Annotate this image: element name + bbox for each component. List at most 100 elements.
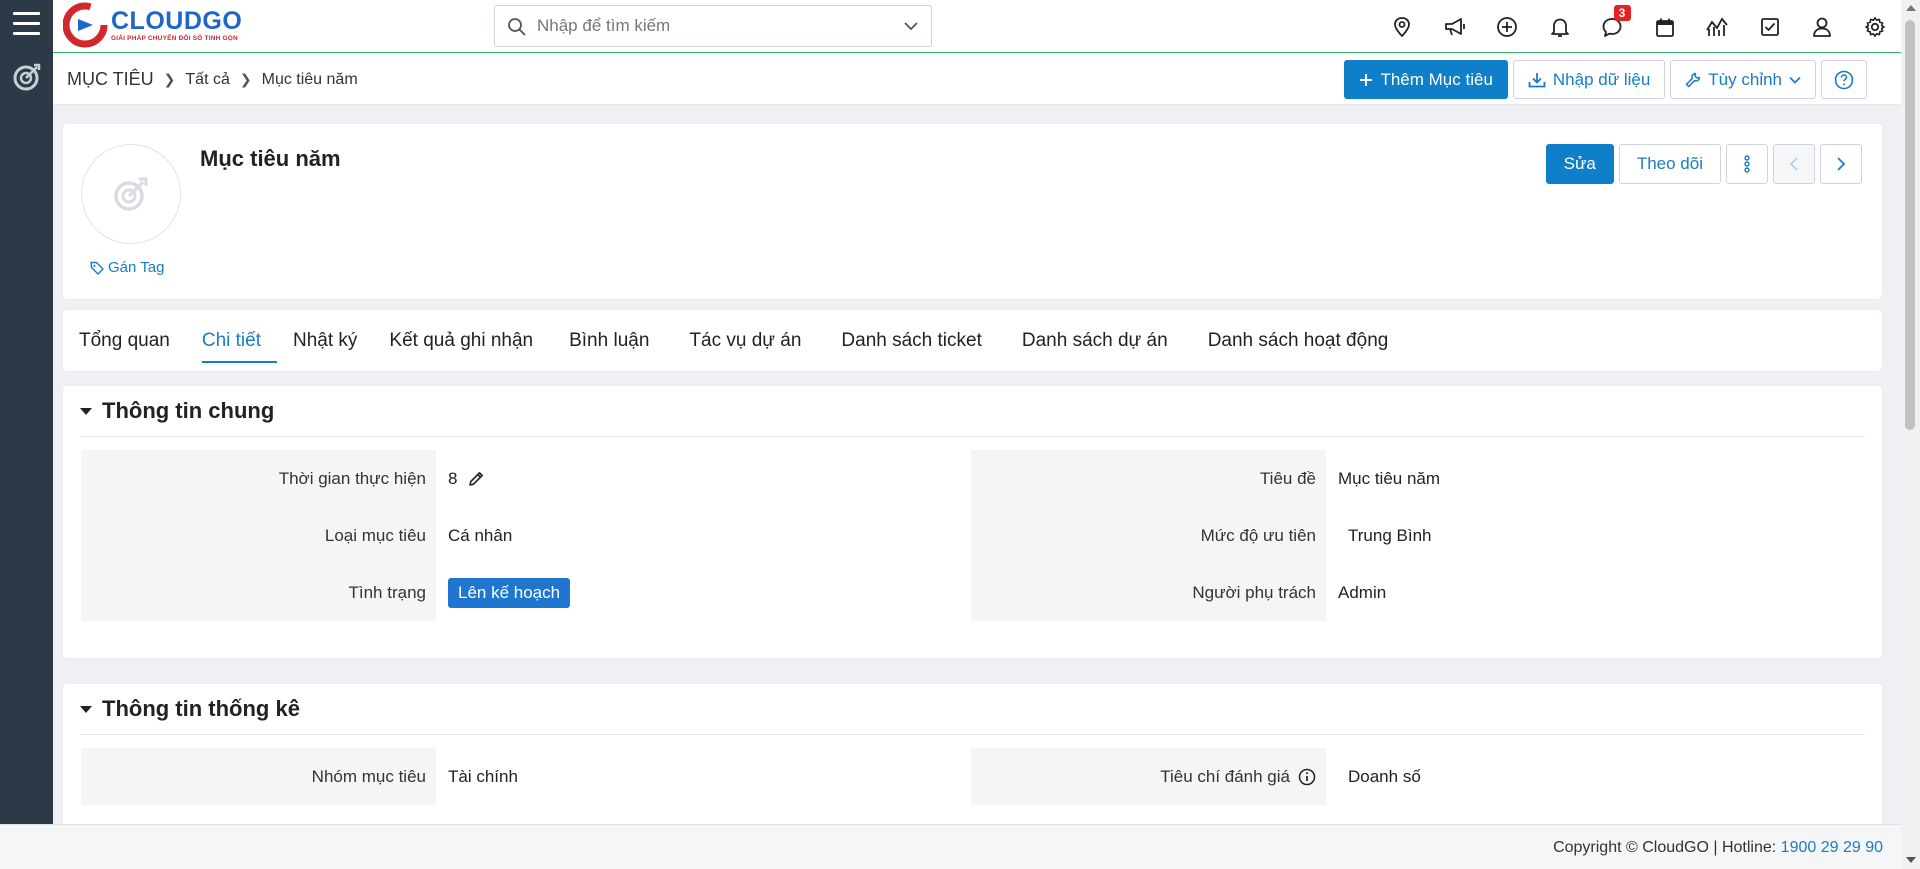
- scroll-down-icon[interactable]: [1906, 857, 1916, 863]
- field-value: Tài chính: [448, 766, 518, 786]
- pencil-icon[interactable]: [467, 470, 485, 488]
- hotline-link[interactable]: 1900 29 29 90: [1781, 839, 1883, 856]
- stats-left-column: Nhóm mục tiêu Tài chính: [81, 748, 971, 805]
- left-rail: [0, 0, 53, 824]
- cloudgo-logo-icon: [63, 2, 108, 48]
- footer-divider: |: [1708, 839, 1722, 856]
- tab-item[interactable]: Bình luận: [549, 310, 669, 371]
- field-value: Mục tiêu năm: [1338, 468, 1441, 488]
- section-divider: [80, 734, 1865, 735]
- field-label: Mức độ ưu tiên: [971, 507, 1326, 564]
- add-goal-button[interactable]: Thêm Mục tiêu: [1344, 60, 1508, 99]
- user-icon[interactable]: [1796, 0, 1849, 53]
- tab-item[interactable]: Tổng quan: [63, 310, 186, 371]
- previous-record-button[interactable]: [1773, 144, 1815, 184]
- chat-badge: 3: [1613, 5, 1631, 21]
- add-goal-label: Thêm Mục tiêu: [1380, 69, 1493, 89]
- chevron-down-icon[interactable]: [903, 20, 919, 32]
- help-icon: [1834, 70, 1854, 89]
- tab-item[interactable]: Danh sách ticket: [821, 310, 1001, 371]
- copyright: Copyright © CloudGO: [1553, 839, 1709, 856]
- help-button[interactable]: [1821, 60, 1867, 99]
- assign-tag-label: Gán Tag: [108, 259, 165, 276]
- field-value: Cá nhân: [448, 525, 513, 545]
- footer-text: Copyright © CloudGO | Hotline: 1900 29 2…: [1553, 839, 1883, 857]
- section-general-info: Thông tin chung Thời gian thực hiện 8 Lo…: [63, 386, 1882, 658]
- field-value: Admin: [1338, 582, 1387, 602]
- megaphone-icon[interactable]: [1429, 0, 1482, 53]
- tab-item[interactable]: Danh sách hoạt động: [1188, 310, 1409, 371]
- top-icon-bar: 3: [1376, 0, 1901, 53]
- follow-button[interactable]: Theo dõi: [1618, 144, 1721, 184]
- page-actions: Thêm Mục tiêu Nhập dữ liệu Tùy chỉnh: [1344, 60, 1867, 99]
- record-actions: Sửa Theo dõi: [1545, 144, 1862, 184]
- field-row: Loại mục tiêu Cá nhân: [81, 507, 971, 564]
- field-row: Mức độ ưu tiên Trung Bình: [971, 507, 1861, 564]
- chart-icon[interactable]: [1691, 0, 1744, 53]
- breadcrumb-level2: Mục tiêu năm: [261, 70, 358, 88]
- tab-item[interactable]: Kết quả ghi nhận: [373, 310, 549, 371]
- tab-item[interactable]: Nhật ký: [277, 310, 373, 371]
- customize-label: Tùy chỉnh: [1708, 69, 1782, 89]
- import-data-button[interactable]: Nhập dữ liệu: [1512, 60, 1666, 99]
- field-value: Doanh số: [1348, 766, 1421, 786]
- import-data-label: Nhập dữ liệu: [1552, 69, 1651, 89]
- more-options-button[interactable]: [1726, 144, 1768, 184]
- caret-down-icon: [80, 407, 92, 415]
- field-label: Người phụ trách: [971, 564, 1326, 621]
- status-badge[interactable]: Lên kế hoạch: [448, 577, 571, 608]
- section-toggle[interactable]: Thông tin chung: [80, 398, 274, 424]
- global-search[interactable]: [494, 5, 932, 47]
- scroll-up-icon[interactable]: [1906, 5, 1916, 11]
- page-scrollbar[interactable]: [1901, 0, 1920, 869]
- search-input[interactable]: [495, 6, 931, 46]
- more-vertical-icon: [1744, 155, 1750, 173]
- calendar-icon[interactable]: [1639, 0, 1692, 53]
- breadcrumb-level1[interactable]: Tất cả: [185, 71, 229, 89]
- field-row: Tình trạng Lên kế hoạch: [81, 564, 971, 621]
- bell-icon[interactable]: [1534, 0, 1587, 53]
- tag-icon: [90, 261, 104, 275]
- field-value: 8: [448, 468, 458, 488]
- field-row: Nhóm mục tiêu Tài chính: [81, 748, 971, 805]
- tab-item[interactable]: Tác vụ dự án: [669, 310, 821, 371]
- gear-icon[interactable]: [1849, 0, 1902, 53]
- next-record-button[interactable]: [1820, 144, 1862, 184]
- section-title: Thông tin thống kê: [102, 696, 300, 721]
- menu-icon[interactable]: [13, 12, 40, 36]
- tab-item[interactable]: Chi tiết: [186, 310, 278, 371]
- top-bar: CLOUDGO GIẢI PHÁP CHUYỂN ĐỔI SỐ TINH GỌN…: [53, 0, 1901, 53]
- field-label: Nhóm mục tiêu: [81, 748, 436, 805]
- duration-value[interactable]: 8: [436, 450, 971, 507]
- assign-tag-link[interactable]: Gán Tag: [90, 259, 164, 276]
- download-icon: [1528, 72, 1546, 87]
- chat-icon[interactable]: 3: [1586, 0, 1639, 53]
- breadcrumb-root[interactable]: MỤC TIÊU: [67, 69, 154, 90]
- wrench-icon: [1686, 72, 1701, 87]
- info-icon[interactable]: [1298, 768, 1316, 786]
- field-label: Tiêu đề: [971, 450, 1326, 507]
- tab-item[interactable]: Danh sách dự án: [1002, 310, 1188, 371]
- customize-button[interactable]: Tùy chỉnh: [1670, 60, 1816, 99]
- field-value: Trung Bình: [1348, 525, 1432, 545]
- scrollbar-thumb[interactable]: [1905, 20, 1915, 430]
- brand-name: CLOUDGO: [111, 6, 243, 35]
- footer: Copyright © CloudGO | Hotline: 1900 29 2…: [0, 824, 1901, 869]
- plus-icon: [1360, 73, 1373, 86]
- edit-button[interactable]: Sửa: [1545, 144, 1614, 184]
- field-label: Thời gian thực hiện: [81, 450, 436, 507]
- goal-target-icon[interactable]: [12, 62, 42, 92]
- chevron-down-icon: [1789, 76, 1801, 84]
- record-avatar[interactable]: [81, 144, 181, 244]
- search-icon: [508, 18, 526, 36]
- field-label: Tình trạng: [81, 564, 436, 621]
- section-divider: [80, 436, 1865, 437]
- map-pin-icon[interactable]: [1376, 0, 1429, 53]
- logo[interactable]: CLOUDGO GIẢI PHÁP CHUYỂN ĐỔI SỐ TINH GỌN: [63, 2, 242, 48]
- breadcrumb-bar: MỤC TIÊU ❯ Tất cả ❯ Mục tiêu năm Thêm Mụ…: [53, 54, 1901, 105]
- field-row: Tiêu đề Mục tiêu năm: [971, 450, 1861, 507]
- checkbox-icon[interactable]: [1744, 0, 1797, 53]
- section-toggle[interactable]: Thông tin thống kê: [80, 696, 300, 722]
- field-label-with-info: Tiêu chí đánh giá: [971, 748, 1326, 805]
- plus-circle-icon[interactable]: [1481, 0, 1534, 53]
